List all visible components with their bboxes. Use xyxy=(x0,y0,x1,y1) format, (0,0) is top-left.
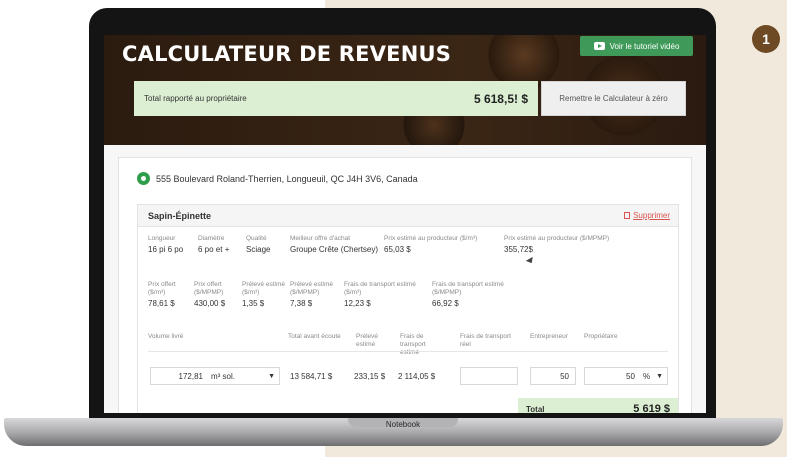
video-icon xyxy=(593,42,605,50)
diameter-value: 6 po et + xyxy=(198,245,230,254)
transport-m3-value: 12,23 $ xyxy=(344,299,371,308)
levy-m3-value: 1,35 $ xyxy=(242,299,265,308)
address-text: 555 Boulevard Roland-Therrien, Longueuil… xyxy=(156,173,418,184)
length-label: Longueur xyxy=(148,235,176,242)
tutorial-video-button[interactable]: Voir le tutoriel vidéo xyxy=(580,36,693,56)
volume-input[interactable]: 172,81 m³ sol. ▼ xyxy=(150,367,280,385)
transport-m3-field: Frais de transport estimé ($/m³) 12,23 $ xyxy=(344,281,426,308)
transport-mpmp-label: Frais de transport estimé ($/MPMP) xyxy=(432,281,504,296)
prelevement-value-cell: 233,15 $ xyxy=(354,370,385,381)
levy-m3-field: Prélevé estimé ($/m³) 1,35 $ xyxy=(242,281,288,308)
row-divider xyxy=(148,351,668,352)
owner-percent-input[interactable]: 50 % ▼ xyxy=(584,367,668,385)
species-panel: Sapin-Épinette Supprimer Longueur 16 pi … xyxy=(137,204,679,413)
volume-label-cell: Volume livré xyxy=(148,333,228,341)
tutorial-video-label: Voir le tutoriel vidéo xyxy=(609,41,680,51)
contractor-label: Entrepreneur xyxy=(530,333,568,340)
species-total-label: Total xyxy=(526,404,545,414)
owner-percent-value: 50 xyxy=(626,371,635,381)
volume-unit: m³ sol. xyxy=(211,371,235,381)
delete-label: Supprimer xyxy=(633,211,670,220)
producer-price-mpmp-value: 355,72$ xyxy=(504,245,533,254)
transport-estimated-label-cell: Frais de transport estimé xyxy=(400,333,444,357)
producer-price-m3-value: 65,03 $ xyxy=(384,245,411,254)
species-header: Sapin-Épinette Supprimer xyxy=(138,205,678,227)
quality-field: Qualité Sciage xyxy=(246,235,286,254)
total-before-label: Total avant écoute xyxy=(288,333,341,340)
prelevement-label-cell: Prélevé estimé xyxy=(356,333,394,349)
transport-real-label: Frais de transport réel xyxy=(460,333,511,348)
offered-price-mpmp-label: Prix offert ($/MPMP) xyxy=(194,281,224,296)
volume-value: 172,81 xyxy=(178,371,203,381)
offered-price-mpmp-field: Prix offert ($/MPMP) 430,00 $ xyxy=(194,281,240,308)
length-value: 16 pi 6 po xyxy=(148,245,184,254)
levy-m3-label: Prélevé estimé ($/m³) xyxy=(242,281,285,296)
transport-real-label-cell: Frais de transport réel xyxy=(460,333,520,349)
species-total-value: 5 619 $ xyxy=(633,403,670,413)
owner-total-bar: Total rapporté au propriétaire 5 618,5! … xyxy=(134,81,538,116)
diameter-field: Diamètre 6 po et + xyxy=(198,235,244,254)
best-offer-label: Meilleur offre d'achat xyxy=(290,235,351,242)
location-card: 555 Boulevard Roland-Therrien, Longueuil… xyxy=(118,157,692,413)
levy-mpmp-field: Prélevé estimé ($/MPMP) 7,38 $ xyxy=(290,281,340,308)
owner-total-value: 5 618,5! $ xyxy=(473,91,528,106)
species-total-row: Total 5 619 $ xyxy=(518,398,678,413)
length-field: Longueur 16 pi 6 po xyxy=(148,235,194,254)
transport-mpmp-value: 66,92 $ xyxy=(432,299,459,308)
species-name: Sapin-Épinette xyxy=(148,211,212,221)
quality-label: Qualité xyxy=(246,235,267,242)
producer-price-m3-label: Prix estimé au producteur ($/m³) xyxy=(384,235,478,242)
owner-label-cell: Propriétaire xyxy=(584,333,640,341)
trash-icon xyxy=(624,212,631,219)
producer-price-m3-field: Prix estimé au producteur ($/m³) 65,03 $ xyxy=(384,235,496,254)
device-label: Notebook xyxy=(385,420,421,429)
calculator-content: 555 Boulevard Roland-Therrien, Longueuil… xyxy=(104,145,706,413)
percent-sign: % xyxy=(642,371,651,381)
page-title: CALCULATEUR DE REVENUS xyxy=(122,42,452,66)
diameter-label: Diamètre xyxy=(198,235,225,242)
contractor-label-cell: Entrepreneur xyxy=(530,333,586,341)
step-badge: 1 xyxy=(752,25,780,53)
transport-real-input[interactable] xyxy=(460,367,518,385)
total-before-value: 13 584,71 $ xyxy=(290,372,333,381)
transport-m3-label: Frais de transport estimé ($/m³) xyxy=(344,281,416,296)
volume-label: Volume livré xyxy=(148,333,184,340)
levy-mpmp-value: 7,38 $ xyxy=(290,299,313,308)
reset-calculator-button[interactable]: Remettre le Calculateur à zéro xyxy=(541,81,686,116)
transport-mpmp-field: Frais de transport estimé ($/MPMP) 66,92… xyxy=(432,281,518,308)
delete-species-link[interactable]: Supprimer xyxy=(624,211,670,220)
owner-total-label: Total rapporté au propriétaire xyxy=(144,94,247,103)
transport-estimated-label: Frais de transport estimé xyxy=(400,333,426,356)
transport-estimated-value-cell: 2 114,05 $ xyxy=(398,370,435,381)
producer-price-mpmp-label: Prix estimé au producteur ($/MPMP) xyxy=(504,235,610,242)
offered-price-mpmp-value: 430,00 $ xyxy=(194,299,226,308)
offered-price-m3-value: 78,61 $ xyxy=(148,299,175,308)
address-row: 555 Boulevard Roland-Therrien, Longueuil… xyxy=(137,172,418,185)
total-before-value-cell: 13 584,71 $ xyxy=(290,370,332,381)
quality-value: Sciage xyxy=(246,245,271,254)
levy-mpmp-label: Prélevé estimé ($/MPMP) xyxy=(290,281,333,296)
chevron-down-icon: ▼ xyxy=(268,372,275,380)
prelevement-value: 233,15 $ xyxy=(354,372,386,381)
chevron-down-icon: ▼ xyxy=(656,372,663,380)
producer-price-mpmp-field: Prix estimé au producteur ($/MPMP) 355,7… xyxy=(504,235,634,254)
best-offer-field: Meilleur offre d'achat Groupe Crête (Che… xyxy=(290,235,386,254)
owner-label: Propriétaire xyxy=(584,333,618,340)
prelevement-label: Prélevé estimé xyxy=(356,333,379,348)
calculator-header: CALCULATEUR DE REVENUS Voir le tutoriel … xyxy=(104,35,706,145)
offered-price-m3-field: Prix offert ($/m³) 78,61 $ xyxy=(148,281,192,308)
transport-estimated-value: 2 114,05 $ xyxy=(398,372,436,381)
map-pin-icon xyxy=(137,172,150,185)
offered-price-m3-label: Prix offert ($/m³) xyxy=(148,281,176,296)
total-before-label-cell: Total avant écoute xyxy=(288,333,348,341)
laptop-screen: CALCULATEUR DE REVENUS Voir le tutoriel … xyxy=(104,35,706,413)
contractor-percent-input[interactable]: 50 xyxy=(530,367,576,385)
best-offer-value: Groupe Crête (Chertsey) xyxy=(290,245,379,254)
